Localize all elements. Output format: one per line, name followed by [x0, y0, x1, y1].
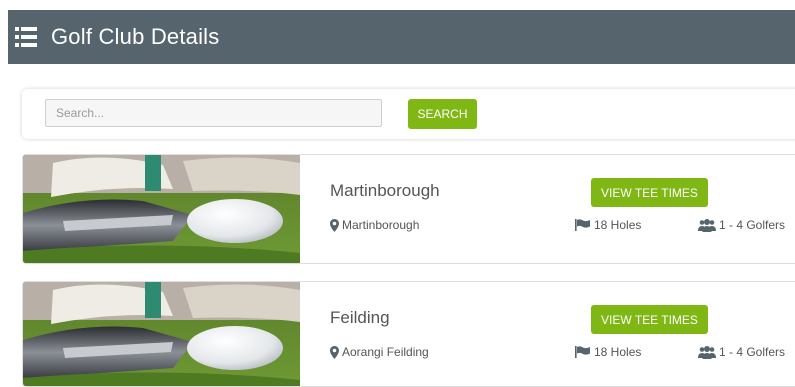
flag-icon — [575, 346, 590, 358]
users-icon — [698, 345, 716, 359]
map-marker-icon — [330, 218, 339, 232]
golf-club-photo — [23, 282, 300, 386]
holes-text: 18 Holes — [594, 218, 642, 232]
club-holes: 18 Holes — [575, 218, 641, 232]
location-text: Martinborough — [342, 218, 420, 232]
club-card-feilding: Feilding VIEW TEE TIMES Aorangi Feilding… — [22, 281, 795, 387]
club-name: Martinborough — [330, 181, 440, 200]
golfers-text: 1 - 4 Golfers — [719, 218, 786, 232]
club-card-martinborough: Martinborough VIEW TEE TIMES Martinborou… — [22, 154, 795, 264]
club-location: Aorangi Feilding — [330, 345, 429, 359]
view-tee-times-button[interactable]: VIEW TEE TIMES — [591, 178, 708, 207]
users-icon — [698, 218, 716, 232]
search-button[interactable]: SEARCH — [408, 99, 477, 129]
flag-icon — [575, 219, 590, 231]
search-panel: SEARCH — [22, 89, 795, 139]
club-golfers: 1 - 4 Golfers — [698, 218, 785, 232]
map-marker-icon — [330, 345, 339, 359]
club-holes: 18 Holes — [575, 345, 641, 359]
club-location: Martinborough — [330, 218, 419, 232]
app-header: Golf Club Details — [8, 10, 795, 64]
holes-text: 18 Holes — [594, 345, 642, 359]
location-text: Aorangi Feilding — [342, 345, 429, 359]
club-name: Feilding — [330, 308, 390, 327]
page-title: Golf Club Details — [51, 24, 220, 49]
search-input[interactable] — [45, 99, 382, 127]
menu-list-icon[interactable] — [15, 27, 37, 47]
view-tee-times-button[interactable]: VIEW TEE TIMES — [591, 305, 708, 334]
golf-club-photo — [23, 155, 300, 263]
club-golfers: 1 - 4 Golfers — [698, 345, 785, 359]
golfers-text: 1 - 4 Golfers — [719, 345, 786, 359]
